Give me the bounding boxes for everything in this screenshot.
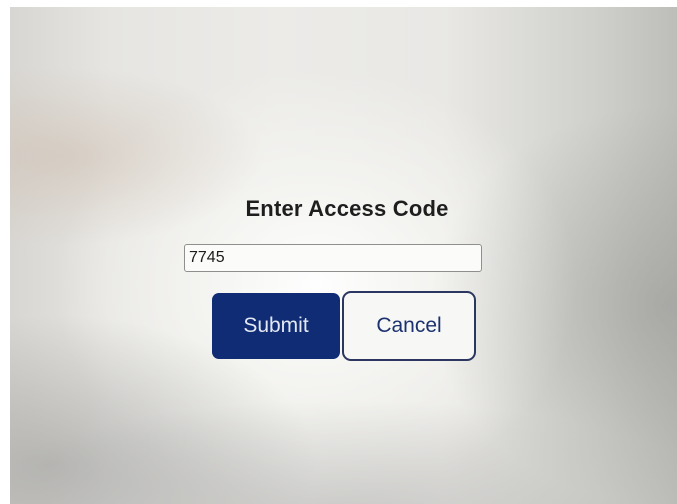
screen: Enter Access Code Submit Cancel [10, 7, 677, 504]
access-code-dialog: Enter Access Code Submit Cancel [180, 190, 484, 361]
submit-button[interactable]: Submit [212, 293, 340, 359]
photo-frame: Enter Access Code Submit Cancel [0, 0, 677, 504]
access-code-input[interactable] [184, 244, 482, 272]
cancel-button[interactable]: Cancel [342, 291, 476, 361]
dialog-title: Enter Access Code [245, 196, 449, 221]
